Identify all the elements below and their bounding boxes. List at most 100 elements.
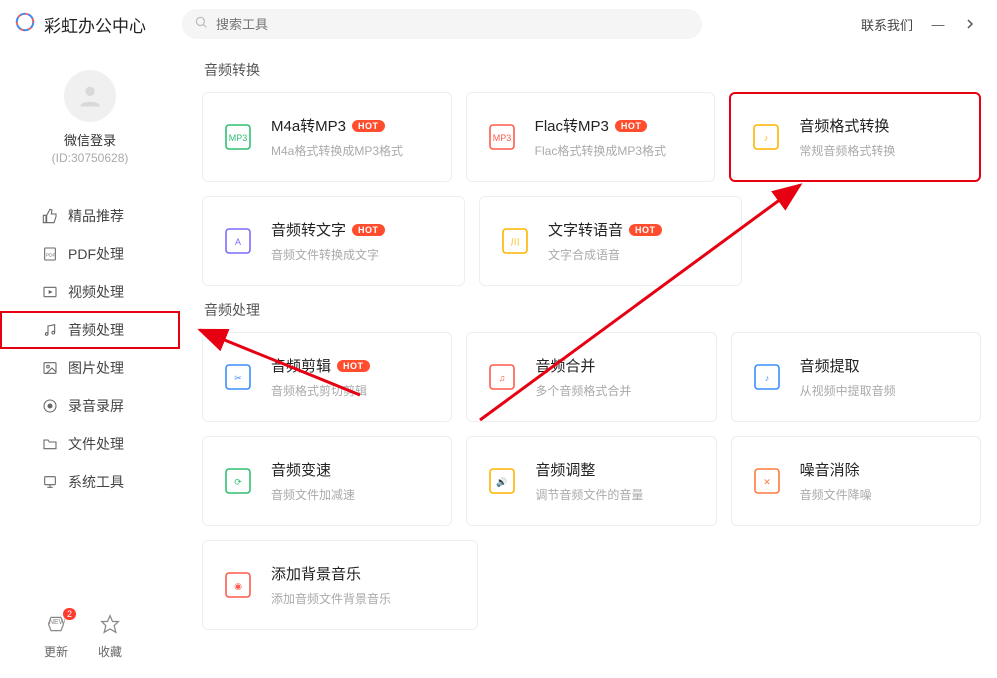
tool-text: 音频调整调节音频文件的音量 xyxy=(535,459,643,503)
tool-card[interactable]: ♪ 音频提取从视频中提取音频 xyxy=(731,332,981,422)
tool-title: 音频调整 xyxy=(535,459,643,480)
sidebar-item-1[interactable]: PDFPDF处理 xyxy=(0,235,180,273)
update-badge: 2 xyxy=(63,608,76,620)
tool-card[interactable]: MP3 M4a转MP3HOT M4a格式转换成MP3格式 xyxy=(202,92,452,182)
folder-icon xyxy=(42,436,58,452)
hot-badge: HOT xyxy=(352,120,385,132)
card-spacer xyxy=(743,540,981,630)
sidebar-item-6[interactable]: 文件处理 xyxy=(0,425,180,463)
tool-icon: MP3 xyxy=(221,120,255,154)
tool-desc: 多个音频格式合并 xyxy=(535,382,631,399)
hot-badge: HOT xyxy=(337,360,370,372)
sidebar-item-7[interactable]: 系统工具 xyxy=(0,463,180,501)
tool-title: 音频变速 xyxy=(271,459,355,480)
header-right: 联系我们 — xyxy=(861,15,977,34)
sidebar-item-label: 视频处理 xyxy=(68,282,124,302)
tool-icon: ✕ xyxy=(750,464,784,498)
tool-card[interactable]: A 音频转文字HOT音频文件转换成文字 xyxy=(202,196,465,286)
tool-icon: ⟳ xyxy=(221,464,255,498)
sidebar-item-3[interactable]: 音频处理 xyxy=(0,311,180,349)
tool-desc: 文字合成语音 xyxy=(548,246,662,263)
update-button[interactable]: NEW 2 更新 xyxy=(44,614,68,660)
tool-card[interactable]: MP3Flac转MP3HOTFlac格式转换成MP3格式 xyxy=(466,92,716,182)
tool-text: 音频剪辑HOT音频格式剪切剪辑 xyxy=(271,355,370,399)
svg-text:PDF: PDF xyxy=(46,253,55,258)
svg-text:MP3: MP3 xyxy=(229,133,248,143)
card-spacer xyxy=(756,196,981,286)
search-box[interactable] xyxy=(182,9,702,39)
sidebar-item-0[interactable]: 精品推荐 xyxy=(0,197,180,235)
tool-card[interactable]: 🔊 音频调整调节音频文件的音量 xyxy=(466,436,716,526)
pdf-icon: PDF xyxy=(42,246,58,262)
tool-desc: 音频文件降噪 xyxy=(800,486,872,503)
card-row: ◉ 添加背景音乐添加音频文件背景音乐 xyxy=(202,540,981,630)
star-icon xyxy=(100,614,120,639)
tool-text: 音频转文字HOT音频文件转换成文字 xyxy=(271,219,385,263)
tool-icon: 🔊 xyxy=(485,464,519,498)
tool-card[interactable]: ♪ 音频格式转换常规音频格式转换 xyxy=(729,92,981,182)
profile-name: 微信登录 xyxy=(64,130,116,149)
tool-title: 音频剪辑HOT xyxy=(271,355,370,376)
tool-card[interactable]: ⟳音频变速音频文件加减速 xyxy=(202,436,452,526)
favorite-button[interactable]: 收藏 xyxy=(98,614,122,660)
tool-text: 文字转语音HOT文字合成语音 xyxy=(548,219,662,263)
svg-text:♪: ♪ xyxy=(764,133,769,143)
svg-text:◉: ◉ xyxy=(234,581,242,591)
search-icon xyxy=(194,15,208,34)
main: 音频转换 MP3 M4a转MP3HOT M4a格式转换成MP3格式 MP3Flac转MP… xyxy=(180,48,997,678)
sidebar-item-label: 录音录屏 xyxy=(68,396,124,416)
logo-icon xyxy=(14,11,36,38)
tool-desc: M4a格式转换成MP3格式 xyxy=(271,142,403,159)
card-row: ⟳音频变速音频文件加减速🔊音频调整调节音频文件的音量✕噪音消除音频文件降噪 xyxy=(202,436,981,526)
brand-name: 彩虹办公中心 xyxy=(44,12,146,37)
update-label: 更新 xyxy=(44,643,68,660)
tool-icon: A xyxy=(221,224,255,258)
hot-badge: HOT xyxy=(629,224,662,236)
card-spacer xyxy=(492,540,730,630)
svg-text:✕: ✕ xyxy=(763,477,771,487)
sidebar-footer: NEW 2 更新 收藏 xyxy=(0,600,180,678)
sidebar-item-5[interactable]: 录音录屏 xyxy=(0,387,180,425)
section-title: 音频转换 xyxy=(204,60,981,80)
system-icon xyxy=(42,474,58,490)
tool-icon: ♪ xyxy=(749,120,783,154)
tool-text: M4a转MP3HOT M4a格式转换成MP3格式 xyxy=(271,115,403,159)
tool-card[interactable]: ◉ 添加背景音乐添加音频文件背景音乐 xyxy=(202,540,478,630)
tool-card[interactable]: 川文字转语音HOT文字合成语音 xyxy=(479,196,742,286)
tool-icon: ✂ xyxy=(221,360,255,394)
tool-text: 添加背景音乐添加音频文件背景音乐 xyxy=(271,563,391,607)
tool-card[interactable]: ♫ 音频合并多个音频格式合并 xyxy=(466,332,716,422)
tool-icon: ♫ xyxy=(485,360,519,394)
sidebar-item-label: 精品推荐 xyxy=(68,206,124,226)
profile-id: (ID:30750628) xyxy=(52,151,129,165)
sidebar-item-4[interactable]: 图片处理 xyxy=(0,349,180,387)
card-row: MP3 M4a转MP3HOT M4a格式转换成MP3格式 MP3Flac转MP3HOT… xyxy=(202,92,981,182)
tool-title: 添加背景音乐 xyxy=(271,563,391,584)
tool-title: 音频合并 xyxy=(535,355,631,376)
tool-title: Flac转MP3HOT xyxy=(535,115,666,136)
minimize-button[interactable]: — xyxy=(931,17,945,32)
svg-text:♪: ♪ xyxy=(764,373,769,383)
svg-text:A: A xyxy=(235,237,241,247)
sidebar-item-2[interactable]: 视频处理 xyxy=(0,273,180,311)
tool-title: M4a转MP3HOT xyxy=(271,115,403,136)
sidebar-item-label: 文件处理 xyxy=(68,434,124,454)
tool-desc: 常规音频格式转换 xyxy=(799,142,895,159)
tool-title: 音频格式转换 xyxy=(799,115,895,136)
svg-text:⟳: ⟳ xyxy=(234,477,242,487)
tool-card[interactable]: ✂ 音频剪辑HOT音频格式剪切剪辑 xyxy=(202,332,452,422)
expand-button[interactable] xyxy=(963,18,977,30)
video-icon xyxy=(42,284,58,300)
contact-link[interactable]: 联系我们 xyxy=(861,15,913,34)
profile[interactable]: 微信登录 (ID:30750628) xyxy=(0,60,180,183)
image-icon xyxy=(42,360,58,376)
record-icon xyxy=(42,398,58,414)
search-input[interactable] xyxy=(216,17,690,32)
favorite-label: 收藏 xyxy=(98,643,122,660)
svg-text:川: 川 xyxy=(510,237,519,247)
audio-icon xyxy=(42,322,58,338)
tool-card[interactable]: ✕ 噪音消除音频文件降噪 xyxy=(731,436,981,526)
tool-title: 音频提取 xyxy=(800,355,896,376)
tool-desc: 从视频中提取音频 xyxy=(800,382,896,399)
tool-text: 噪音消除音频文件降噪 xyxy=(800,459,872,503)
